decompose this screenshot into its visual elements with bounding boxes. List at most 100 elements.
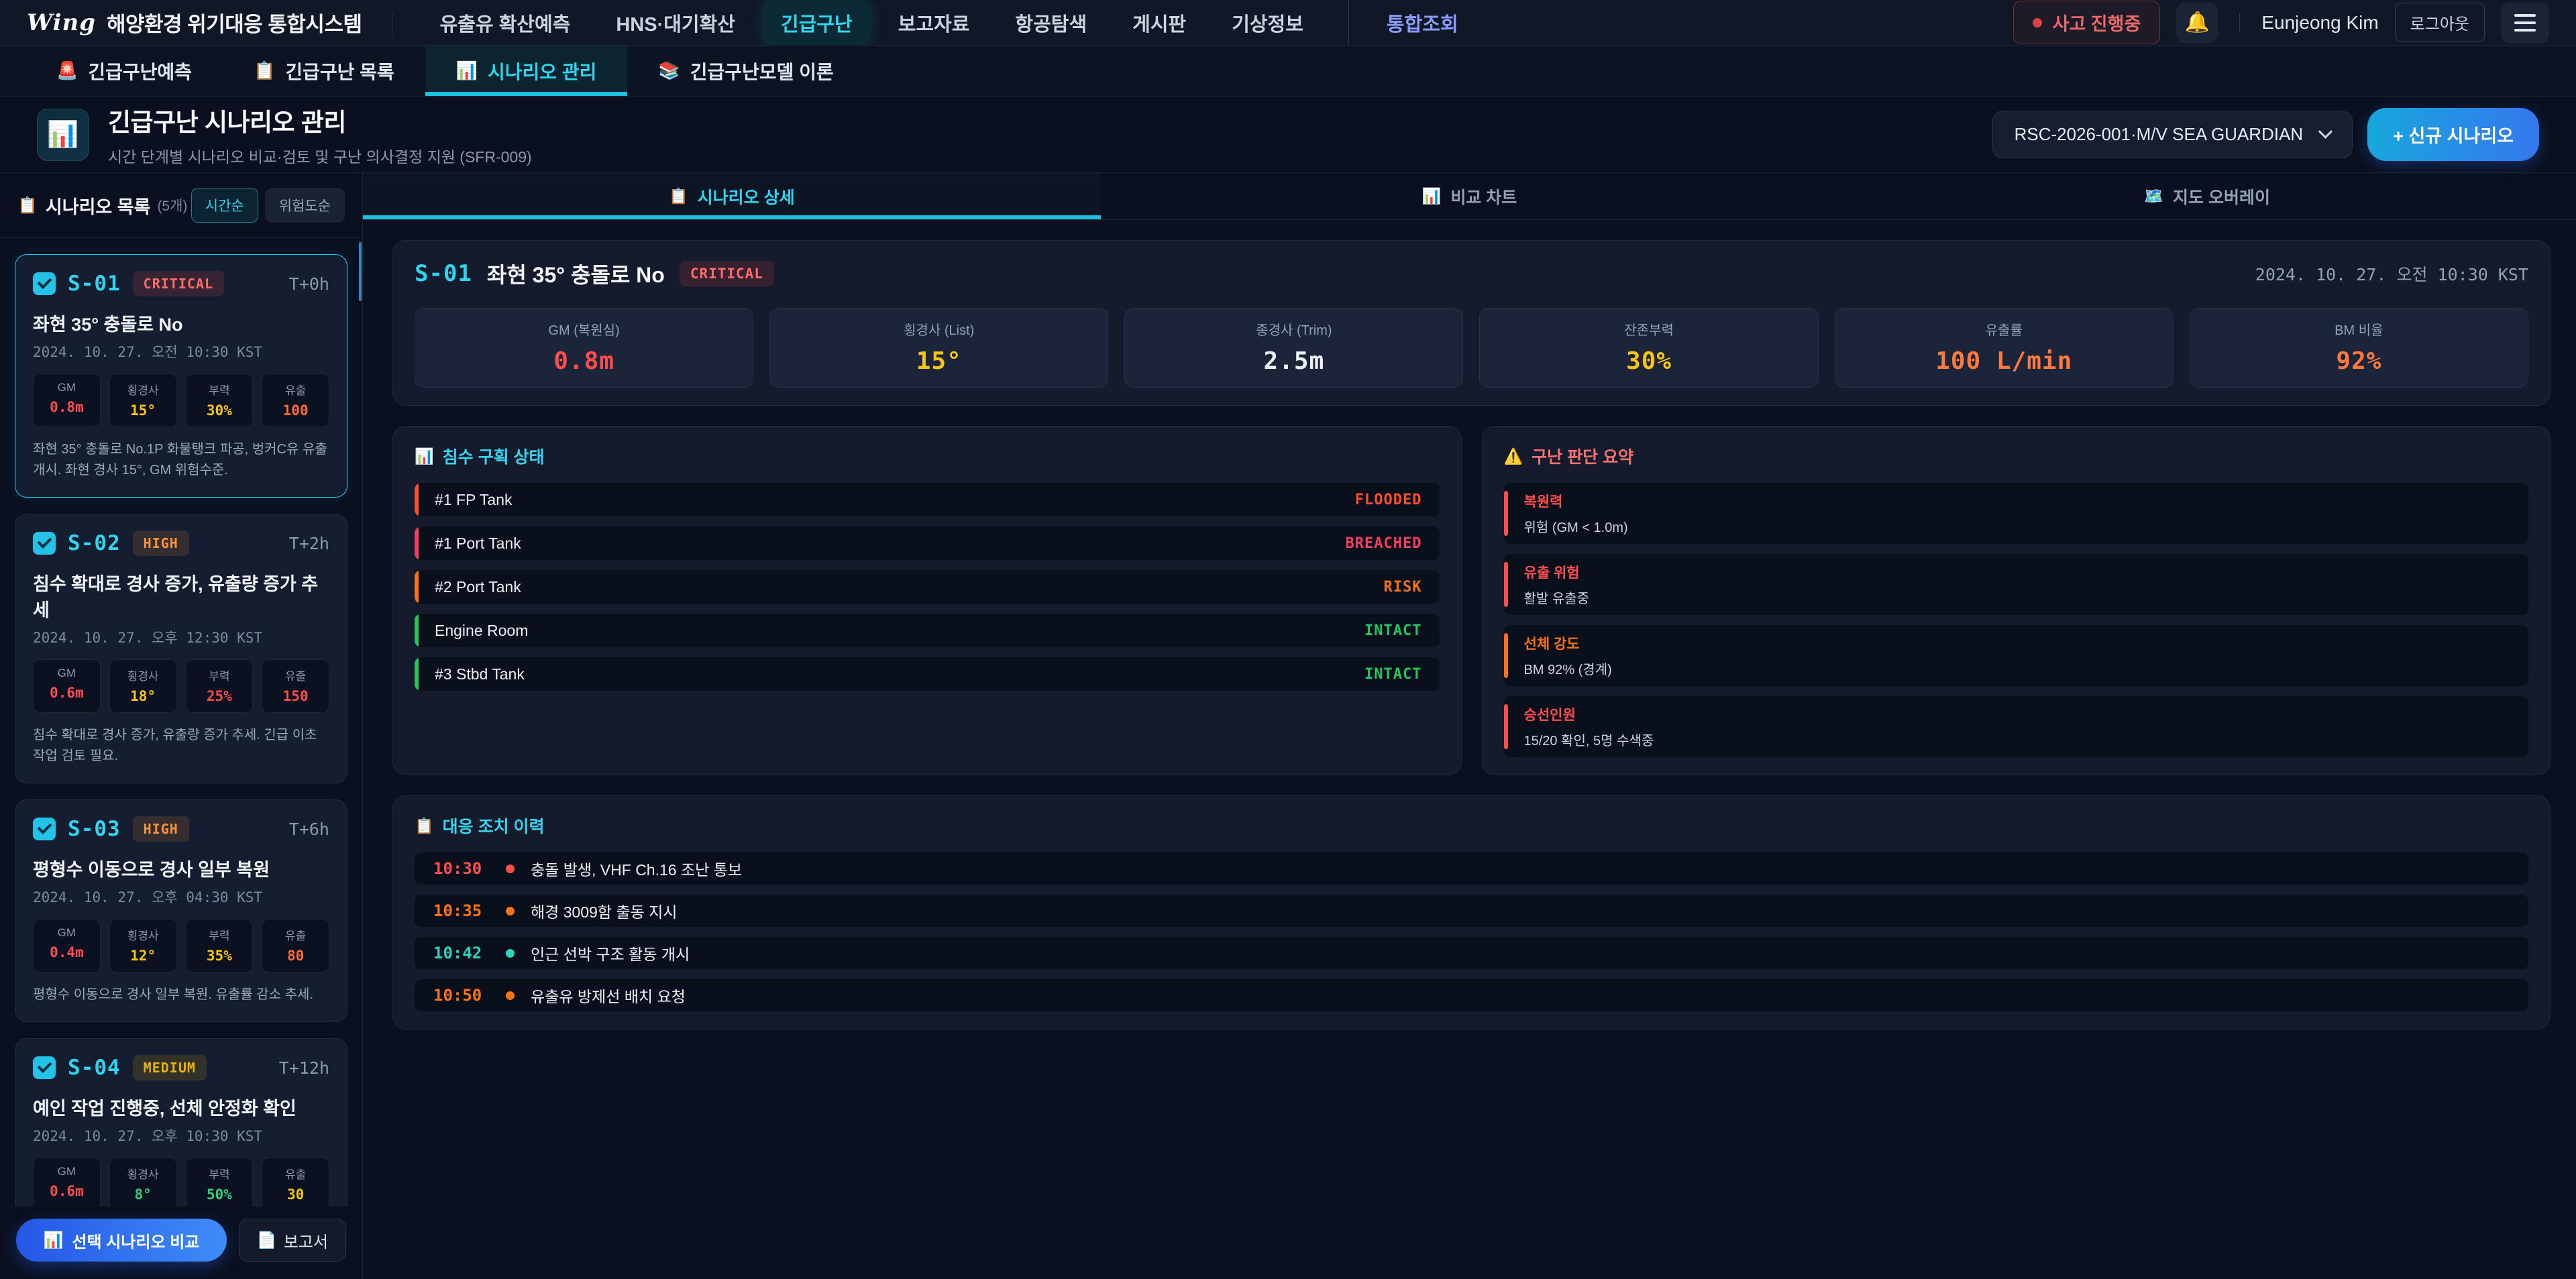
nav-item[interactable]: 항공탐색	[997, 0, 1105, 46]
scenario-card[interactable]: S-02 HIGH T+2h 침수 확대로 경사 증가, 유출량 증가 추세 2…	[15, 514, 347, 783]
module-tab[interactable]: 🚨 긴급구난예측	[25, 46, 223, 96]
hamburger-menu-button[interactable]	[2501, 2, 2549, 44]
scenario-title: 침수 확대로 경사 증가, 유출량 증가 추세	[33, 569, 329, 622]
compartment-status: FLOODED	[1355, 492, 1422, 508]
stat-value: 30%	[189, 402, 250, 419]
scenario-description: 좌현 35° 충돌로 No.1P 화물탱크 파공, 벙커C유 유출 개시. 좌현…	[33, 439, 329, 481]
sort-by-time-button[interactable]: 시간순	[191, 188, 258, 223]
stat-label: GM	[36, 667, 97, 680]
nav-item[interactable]: HNS·대기확산	[598, 0, 753, 46]
event-text: 해경 3009함 출동 지시	[531, 899, 677, 922]
scenario-checkbox[interactable]	[33, 272, 56, 295]
scenario-card[interactable]: S-01 CRITICAL T+0h 좌현 35° 충돌로 No 2024. 1…	[15, 254, 347, 498]
assessment-detail: BM 92% (경계)	[1524, 659, 1612, 678]
nav-item[interactable]: 보고자료	[880, 0, 988, 46]
status-bar	[415, 483, 419, 516]
time-offset: T+12h	[279, 1058, 329, 1078]
logout-button[interactable]: 로그아웃	[2395, 3, 2485, 42]
scenario-description: 침수 확대로 경사 증가, 유출량 증가 추세. 긴급 이초 작업 검토 필요.	[33, 725, 329, 767]
tab-label: 긴급구난예측	[88, 58, 192, 85]
assessment-detail: 위험 (GM < 1.0m)	[1524, 516, 1628, 536]
module-tab[interactable]: 📊 시나리오 관리	[425, 46, 628, 96]
stat-box: 횡경사 18°	[109, 659, 177, 713]
tab-label: 시나리오 관리	[488, 58, 596, 85]
scenario-checkbox[interactable]	[33, 532, 56, 555]
assessment-item: 유출 위험 활발 유출중	[1504, 554, 2529, 615]
detail-scenario-title: 좌현 35° 충돌로 No	[487, 258, 665, 289]
time-offset: T+6h	[289, 820, 329, 839]
scrollbar-thumb[interactable]	[359, 242, 362, 301]
metric-label: 종경사 (Trim)	[1130, 319, 1457, 339]
app-logo[interactable]: Wing 해양환경 위기대응 통합시스템	[27, 7, 362, 38]
stat-label: 횡경사	[113, 667, 174, 683]
scenario-card[interactable]: S-04 MEDIUM T+12h 예인 작업 진행중, 선체 안정화 확인 2…	[15, 1038, 347, 1207]
chart-icon: 📊	[415, 447, 434, 465]
compartment-status: INTACT	[1364, 666, 1421, 683]
timeline-event: 10:42 인근 선박 구조 활동 개시	[415, 937, 2528, 969]
stat-value: 150	[265, 688, 326, 704]
stat-value: 30	[265, 1186, 326, 1203]
detail-tab[interactable]: 📋 시나리오 상세	[363, 173, 1101, 219]
event-text: 유출유 방제선 배치 요청	[531, 984, 686, 1007]
stat-value: 25%	[189, 688, 250, 704]
compartment-status: RISK	[1384, 579, 1422, 596]
compartment-name: #1 Port Tank	[435, 535, 521, 553]
event-dot-icon	[506, 949, 515, 958]
scenario-detail-panel: S-01 좌현 35° 충돌로 No CRITICAL 2024. 10. 27…	[392, 240, 2551, 406]
nav-item[interactable]: 기상정보	[1214, 0, 1322, 46]
incident-status-badge: 사고 진행중	[2013, 1, 2161, 44]
detail-scenario-id: S-01	[415, 260, 472, 287]
tab-icon: 🗺️	[2144, 187, 2163, 205]
timeline-event: 10:50 유출유 방제선 배치 요청	[415, 979, 2528, 1011]
scenario-checkbox[interactable]	[33, 1056, 56, 1079]
event-text: 충돌 발생, VHF Ch.16 조난 통보	[531, 857, 742, 880]
page-icon: 📊	[37, 109, 89, 161]
stat-label: 횡경사	[113, 926, 174, 943]
metric-card: 횡경사 (List) 15°	[769, 308, 1108, 388]
new-scenario-button[interactable]: + 신규 시나리오	[2367, 108, 2539, 161]
panel-title: 📋 대응 조치 이력	[415, 814, 2528, 838]
scenario-checkbox[interactable]	[33, 818, 56, 840]
metric-value: 92%	[2196, 347, 2522, 375]
scenario-card[interactable]: S-03 HIGH T+6h 평형수 이동으로 경사 일부 복원 2024. 1…	[15, 799, 347, 1022]
notifications-button[interactable]: 🔔	[2176, 2, 2218, 44]
stat-value: 0.6m	[36, 685, 97, 701]
stat-label: GM	[36, 381, 97, 394]
status-bar	[1504, 704, 1508, 749]
detail-tabs: 📋 시나리오 상세 📊 비교 차트 🗺️ 지도 오버레이	[363, 173, 2576, 220]
nav-item[interactable]: 게시판	[1114, 0, 1204, 46]
stat-value: 8°	[113, 1186, 174, 1203]
detail-tab[interactable]: 🗺️ 지도 오버레이	[1838, 173, 2576, 219]
compare-scenarios-button[interactable]: 📊 선택 시나리오 비교	[16, 1219, 227, 1262]
stat-box: GM 0.8m	[33, 374, 101, 427]
timeline-rows: 10:30 충돌 발생, VHF Ch.16 조난 통보 10:35 해경 30…	[415, 852, 2528, 1011]
nav-item[interactable]: 긴급구난	[763, 0, 871, 46]
assessment-item: 복원력 위험 (GM < 1.0m)	[1504, 483, 2529, 544]
report-button-label: 보고서	[284, 1229, 328, 1252]
status-bar	[1504, 633, 1508, 678]
detail-tab[interactable]: 📊 비교 차트	[1101, 173, 1839, 219]
stat-value: 0.8m	[36, 399, 97, 415]
sort-by-risk-button[interactable]: 위험도순	[265, 188, 345, 223]
incident-select[interactable]: RSC-2026-001·M/V SEA GUARDIAN	[1992, 111, 2353, 158]
stat-label: 유출	[265, 667, 326, 683]
scenario-id: S-03	[68, 817, 121, 841]
incident-status-text: 사고 진행중	[2053, 9, 2141, 36]
scenario-list: S-01 CRITICAL T+0h 좌현 35° 충돌로 No 2024. 1…	[0, 238, 362, 1207]
detail-timestamp: 2024. 10. 27. 오전 10:30 KST	[2255, 262, 2528, 286]
assessment-label: 복원력	[1524, 491, 1628, 511]
nav-item[interactable]: 통합조회	[1348, 0, 1477, 46]
nav-item[interactable]: 유출유 확산예측	[422, 0, 589, 46]
page-header: 📊 긴급구난 시나리오 관리 시간 단계별 시나리오 비교·검토 및 구난 의사…	[0, 97, 2576, 173]
metric-label: BM 비율	[2196, 319, 2522, 339]
metric-value: 30%	[1485, 347, 1812, 375]
module-tab[interactable]: 📚 긴급구난모델 이론	[627, 46, 864, 96]
stat-box: GM 0.6m	[33, 659, 101, 713]
sidebar-footer: 📊 선택 시나리오 비교 📄 보고서	[0, 1207, 362, 1279]
scenario-stats: GM 0.6m 횡경사 8° 부력	[33, 1158, 329, 1207]
warning-icon: ⚠️	[1504, 447, 1523, 465]
severity-badge: CRITICAL	[680, 261, 774, 286]
report-button[interactable]: 📄 보고서	[239, 1219, 346, 1262]
module-tab[interactable]: 📋 긴급구난 목록	[223, 46, 425, 96]
stat-box: 부력 50%	[186, 1158, 254, 1207]
